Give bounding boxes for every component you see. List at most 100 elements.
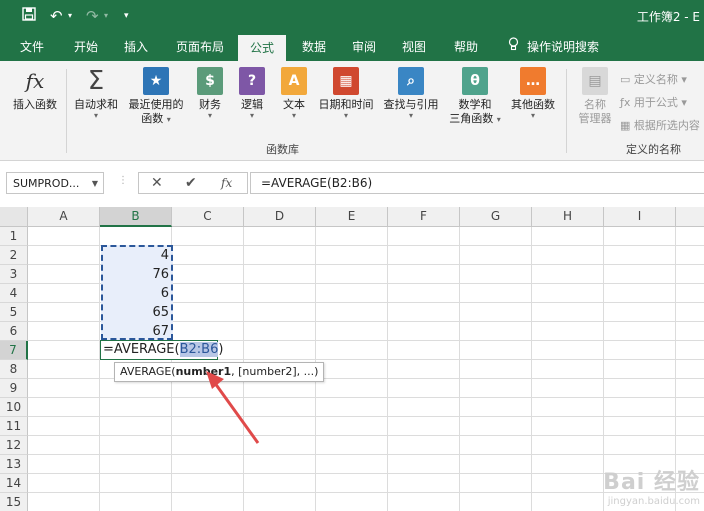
chevron-down-icon: ▾	[166, 115, 171, 124]
text-book-icon: A	[281, 67, 307, 95]
row-header[interactable]: 11	[0, 417, 28, 436]
tab-view[interactable]: 视图	[394, 33, 434, 61]
column-header[interactable]: G	[460, 207, 532, 227]
watermark-logo: Bai 经验 jingyan.baidu.com	[603, 470, 700, 507]
financial-button[interactable]: $ 财务 ▾	[192, 67, 228, 120]
tell-me-label: 操作说明搜索	[527, 40, 600, 54]
lookup-book-icon: ⌕	[398, 67, 424, 95]
column-header[interactable]: B	[100, 207, 172, 227]
redo-icon[interactable]: ↷	[86, 7, 99, 25]
row-header[interactable]: 15	[0, 493, 28, 511]
recent-functions-button[interactable]: ★ 最近使用的 函数 ▾	[124, 67, 188, 127]
sigma-icon: Σ	[87, 66, 105, 96]
formula-input[interactable]: =AVERAGE(B2:B6)	[250, 172, 704, 194]
chevron-down-icon: ▾	[681, 73, 687, 86]
math-trig-button[interactable]: θ 数学和 三角函数 ▾	[444, 67, 506, 127]
row-header[interactable]: 8	[0, 360, 28, 379]
red-arrow-icon	[206, 371, 260, 444]
more-options-icon[interactable]: ⋮	[118, 175, 128, 186]
chevron-down-icon: ▾	[93, 111, 98, 120]
tab-file[interactable]: 文件	[12, 33, 52, 61]
cell-b5[interactable]: 65	[100, 303, 172, 322]
row-header[interactable]: 2	[0, 246, 28, 265]
formula-bar: SUMPROD... ▼ ⋮ ✕ ✔ fx =AVERAGE(B2:B6)	[0, 170, 704, 197]
lookup-reference-button[interactable]: ⌕ 查找与引用 ▾	[380, 67, 442, 120]
tab-review[interactable]: 审阅	[344, 33, 384, 61]
fx-small-icon: ƒx	[620, 96, 634, 109]
tab-insert[interactable]: 插入	[114, 33, 158, 61]
column-header[interactable]: H	[532, 207, 604, 227]
question-book-icon: ?	[239, 67, 265, 95]
chevron-down-icon: ▾	[207, 111, 212, 120]
window-title: 工作簿2 - E	[636, 10, 700, 24]
chevron-down-icon: ▾	[249, 111, 254, 120]
logical-button[interactable]: ? 逻辑 ▾	[234, 67, 270, 120]
select-all-corner[interactable]	[0, 207, 28, 227]
chevron-down-icon: ▾	[681, 96, 687, 109]
row-header[interactable]: 10	[0, 398, 28, 417]
tab-page-layout[interactable]: 页面布局	[170, 33, 230, 61]
row-header[interactable]: 5	[0, 303, 28, 322]
tag-icon: ▭	[620, 73, 634, 86]
ribbon-formulas: fx 插入函数 Σ 自动求和 ▾ ★ 最近使用的 函数 ▾ $ 财务 ▾ ? 逻…	[0, 61, 704, 161]
save-icon[interactable]	[22, 7, 36, 25]
grid-icon: ▦	[620, 119, 634, 132]
calendar-icon: ▦	[333, 67, 359, 95]
column-header[interactable]: I	[604, 207, 676, 227]
row-header[interactable]: 9	[0, 379, 28, 398]
cell-b2[interactable]: 4	[100, 246, 172, 265]
group-label-names: 定义的名称	[626, 143, 681, 156]
customize-icon[interactable]: ▾	[124, 7, 129, 25]
cell-b4[interactable]: 6	[100, 284, 172, 303]
name-box[interactable]: SUMPROD... ▼	[6, 172, 104, 194]
column-header[interactable]: A	[28, 207, 100, 227]
tab-help[interactable]: 帮助	[444, 33, 488, 61]
range-reference: B2:B6	[179, 342, 219, 357]
more-functions-button[interactable]: … 其他函数 ▾	[506, 67, 560, 120]
column-header-partial[interactable]	[676, 207, 704, 227]
cell-b6[interactable]: 67	[100, 322, 172, 341]
text-button[interactable]: A 文本 ▾	[276, 67, 312, 120]
create-from-selection-button[interactable]: ▦ 根据所选内容	[620, 117, 700, 133]
cancel-icon[interactable]: ✕	[151, 175, 163, 191]
undo-dropdown-icon[interactable]: ▾	[68, 7, 72, 25]
column-header[interactable]: F	[388, 207, 460, 227]
coins-icon: $	[197, 67, 223, 95]
insert-function-button[interactable]: fx 插入函数	[6, 67, 64, 112]
column-header[interactable]: C	[172, 207, 244, 227]
cell-b3[interactable]: 76	[100, 265, 172, 284]
use-in-formula-button[interactable]: ƒx 用于公式 ▾	[620, 94, 687, 110]
column-header[interactable]: D	[244, 207, 316, 227]
chevron-down-icon[interactable]: ▼	[92, 173, 98, 195]
tab-formulas[interactable]: 公式	[238, 35, 286, 61]
define-name-button[interactable]: ▭ 定义名称 ▾	[620, 71, 687, 87]
row-header[interactable]: 14	[0, 474, 28, 493]
row-header[interactable]: 1	[0, 227, 28, 246]
star-book-icon: ★	[143, 67, 169, 95]
row-header[interactable]: 12	[0, 436, 28, 455]
chevron-down-icon: ▾	[291, 111, 296, 120]
group-label-library: 函数库	[266, 143, 299, 156]
undo-icon[interactable]: ↶	[50, 7, 63, 25]
row-header[interactable]: 6	[0, 322, 28, 341]
column-header[interactable]: E	[316, 207, 388, 227]
tell-me-search[interactable]: 操作说明搜索	[508, 33, 599, 61]
chevron-down-icon: ▾	[343, 111, 348, 120]
enter-icon[interactable]: ✔	[185, 175, 197, 191]
tab-home[interactable]: 开始	[64, 33, 108, 61]
row-header[interactable]: 13	[0, 455, 28, 474]
tab-data[interactable]: 数据	[294, 33, 334, 61]
cell-b7-editing[interactable]: =AVERAGE(B2:B6)	[100, 340, 223, 360]
name-manager-button[interactable]: ▤ 名称 管理器	[572, 67, 618, 126]
datetime-button[interactable]: ▦ 日期和时间 ▾	[314, 67, 378, 120]
row-header[interactable]: 3	[0, 265, 28, 284]
row-header[interactable]: 4	[0, 284, 28, 303]
row-header[interactable]: 7	[0, 341, 28, 360]
divider	[566, 69, 567, 153]
ribbon-tabs: 文件 开始 插入 页面布局 公式 数据 审阅 视图 帮助 操作说明搜索	[0, 33, 704, 61]
title-bar: ↶ ▾ ↷ ▾ ▾ 工作簿2 - E	[0, 0, 704, 33]
insert-function-icon[interactable]: fx	[221, 176, 232, 190]
lightbulb-icon	[508, 33, 519, 61]
redo-dropdown-icon[interactable]: ▾	[104, 7, 108, 25]
autosum-button[interactable]: Σ 自动求和 ▾	[70, 67, 122, 120]
